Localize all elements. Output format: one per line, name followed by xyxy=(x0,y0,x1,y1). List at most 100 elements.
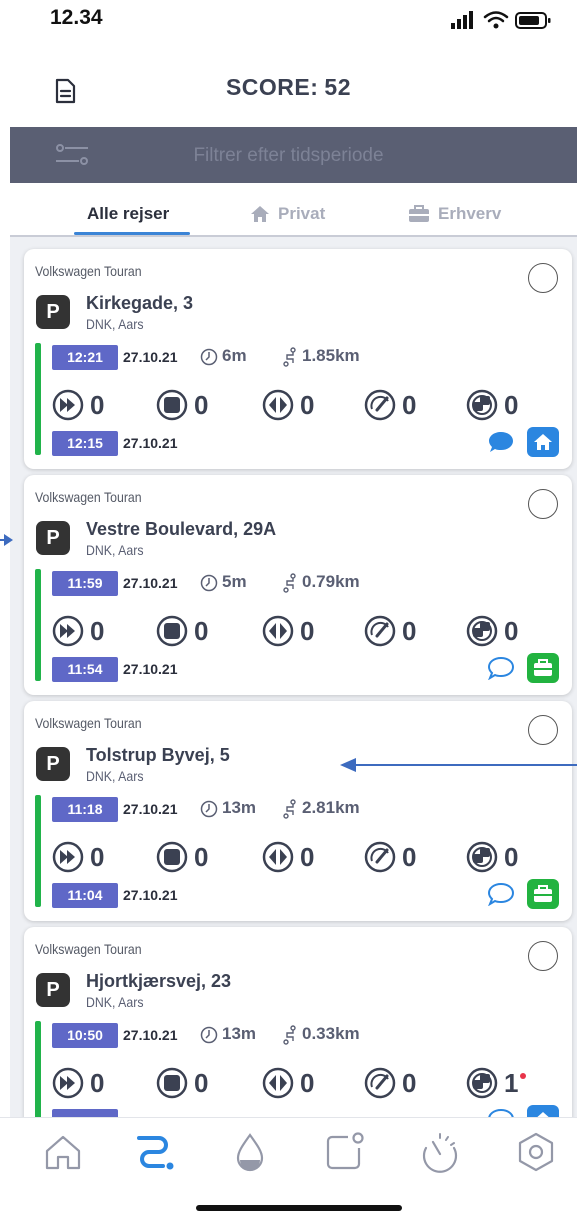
metric-braking: 0 xyxy=(154,1065,208,1101)
comment-icon[interactable] xyxy=(488,656,514,680)
trip-card[interactable]: Volkswagen Touran P Vestre Boulevard, 29… xyxy=(24,475,572,695)
clock-icon xyxy=(200,800,218,818)
start-date: 27.10.21 xyxy=(123,887,178,903)
business-trip-badge[interactable] xyxy=(527,879,559,909)
select-checkbox[interactable] xyxy=(528,715,558,745)
metric-braking: 0 xyxy=(154,387,208,423)
trip-city: DNK, Aars xyxy=(86,768,144,784)
tab-business[interactable]: Erhverv xyxy=(408,204,501,224)
braking-icon xyxy=(156,389,188,421)
start-time xyxy=(52,1109,118,1117)
trip-timeline-bar xyxy=(35,343,41,455)
cornering-icon xyxy=(262,841,294,873)
select-checkbox[interactable] xyxy=(528,263,558,293)
speeding-icon xyxy=(364,389,396,421)
trip-distance: 1.85km xyxy=(302,346,360,365)
comment-icon[interactable] xyxy=(488,882,514,906)
acceleration-icon xyxy=(52,389,84,421)
metric-cornering: 0 xyxy=(260,839,314,875)
start-time: 11:54 xyxy=(52,657,118,682)
metric-value: 0 xyxy=(402,1067,417,1098)
metric-value: 0 xyxy=(402,615,417,646)
cornering-icon xyxy=(262,1067,294,1099)
metric-value: 0 xyxy=(300,1067,315,1098)
filter-period-field[interactable]: Filtrer efter tidsperiode xyxy=(0,145,577,167)
score-value: 52 xyxy=(324,74,352,100)
trip-duration: 6m xyxy=(222,346,247,365)
parking-badge: P xyxy=(36,747,70,781)
metric-braking: 0 xyxy=(154,613,208,649)
metric-value: 0 xyxy=(504,841,519,872)
comment-icon[interactable] xyxy=(488,430,514,454)
trip-card[interactable]: Volkswagen Touran P Tolstrup Byvej, 5 DN… xyxy=(24,701,572,921)
trip-address: Kirkegade, 3 xyxy=(86,293,194,313)
tab-private[interactable]: Privat xyxy=(250,204,325,224)
tab-private-label: Privat xyxy=(278,204,326,223)
metric-cornering: 0 xyxy=(260,387,314,423)
metric-value: 0 xyxy=(90,389,105,420)
phone-usage-icon xyxy=(466,841,498,873)
home-icon xyxy=(534,434,552,450)
end-time: 12:21 xyxy=(52,345,118,370)
end-time: 10:50 xyxy=(52,1023,118,1048)
comment-icon[interactable] xyxy=(488,1108,514,1117)
trip-duration: 13m xyxy=(222,1024,257,1043)
metric-value: 0 xyxy=(194,389,209,420)
phone-usage-icon xyxy=(466,389,498,421)
route-icon xyxy=(283,573,296,593)
speedometer-icon[interactable] xyxy=(418,1130,462,1174)
route-icon xyxy=(283,799,296,819)
metric-cornering: 0 xyxy=(260,613,314,649)
metric-value: 0 xyxy=(194,1067,209,1098)
phone-usage-icon xyxy=(466,615,498,647)
annotation-arrow-left xyxy=(0,534,13,546)
metric-value: 0 xyxy=(402,841,417,872)
status-icons xyxy=(451,11,551,29)
home-icon[interactable] xyxy=(41,1130,85,1174)
trip-address: Vestre Boulevard, 29A xyxy=(86,519,277,539)
metric-phone-usage: 0 xyxy=(464,387,518,423)
alert-dot xyxy=(520,1073,527,1079)
trip-card[interactable]: Volkswagen Touran P Kirkegade, 3 DNK, Aa… xyxy=(24,249,572,469)
trip-list[interactable]: Volkswagen Touran P Kirkegade, 3 DNK, Aa… xyxy=(10,237,577,1117)
parking-badge: P xyxy=(36,295,70,329)
select-checkbox[interactable] xyxy=(528,489,558,519)
briefcase-icon xyxy=(534,659,552,676)
metric-speeding: 0 xyxy=(362,387,416,423)
trip-distance: 0.79km xyxy=(302,572,360,591)
speeding-icon xyxy=(364,615,396,647)
metric-acceleration: 0 xyxy=(50,387,104,423)
clock-icon xyxy=(200,1026,218,1044)
settings-icon[interactable] xyxy=(514,1130,558,1174)
metric-value: 0 xyxy=(300,615,315,646)
metric-phone-usage: 1 xyxy=(464,1065,527,1101)
metric-phone-usage: 0 xyxy=(464,613,518,649)
trip-city: DNK, Aars xyxy=(86,542,144,558)
vehicle-name: Volkswagen Touran xyxy=(35,489,142,505)
metric-value: 0 xyxy=(90,615,105,646)
business-trip-badge[interactable] xyxy=(527,653,559,683)
acceleration-icon xyxy=(52,1067,84,1099)
metric-speeding: 0 xyxy=(362,839,416,875)
tab-all-trips[interactable]: Alle rejser xyxy=(87,204,169,224)
metric-speeding: 0 xyxy=(362,1065,416,1101)
metric-value: 0 xyxy=(402,389,417,420)
vehicle-name: Volkswagen Touran xyxy=(35,263,142,279)
metric-value: 0 xyxy=(90,1067,105,1098)
metric-acceleration: 0 xyxy=(50,1065,104,1101)
private-trip-badge[interactable] xyxy=(527,1105,559,1117)
home-icon xyxy=(537,1112,549,1117)
select-checkbox[interactable] xyxy=(528,941,558,971)
speeding-icon xyxy=(364,1067,396,1099)
trip-duration: 13m xyxy=(222,798,257,817)
fuel-icon[interactable] xyxy=(228,1130,272,1174)
acceleration-icon xyxy=(52,841,84,873)
private-trip-badge[interactable] xyxy=(527,427,559,457)
trip-card[interactable]: Volkswagen Touran P Hjortkjærsvej, 23 DN… xyxy=(24,927,572,1117)
trip-address: Tolstrup Byvej, 5 xyxy=(86,745,230,765)
metric-speeding: 0 xyxy=(362,613,416,649)
end-date: 27.10.21 xyxy=(123,575,178,591)
notification-icon[interactable] xyxy=(322,1130,366,1174)
braking-icon xyxy=(156,841,188,873)
trips-icon[interactable] xyxy=(133,1130,177,1174)
